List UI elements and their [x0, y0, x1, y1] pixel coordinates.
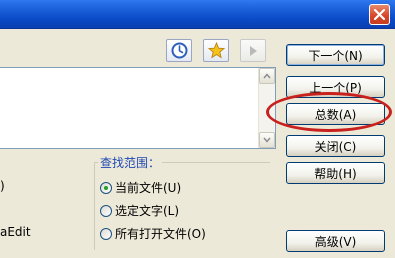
scroll-down-button[interactable]: [259, 132, 275, 148]
find-previous-button[interactable]: 上一个(P): [286, 76, 385, 98]
close-button[interactable]: 关闭(C): [286, 135, 385, 157]
title-bar: [0, 0, 395, 29]
radio-button[interactable]: [100, 204, 112, 217]
search-scope-label: 查找范围：: [98, 154, 163, 171]
chevron-up-icon: [263, 73, 271, 79]
radio-label: 选定文字(L): [115, 204, 180, 218]
scroll-up-button[interactable]: [259, 68, 275, 84]
vertical-scrollbar[interactable]: [258, 68, 275, 148]
radio-current-file[interactable]: 当前文件(U): [100, 179, 181, 196]
cut-off-option-text: aEdit: [0, 225, 31, 239]
editor-toolbar: [0, 35, 276, 65]
radio-label: 所有打开文件(O): [115, 227, 206, 241]
run-button[interactable]: [240, 39, 266, 62]
help-button[interactable]: 帮助(H): [286, 162, 385, 184]
clock-icon: [171, 42, 187, 59]
find-next-button[interactable]: 下一个(N): [286, 44, 385, 66]
history-button[interactable]: [166, 39, 192, 62]
star-icon: [207, 42, 225, 59]
count-button[interactable]: 总数(A): [286, 103, 385, 125]
advanced-button[interactable]: 高级(V): [286, 230, 385, 252]
play-icon: [250, 45, 257, 56]
search-text-area[interactable]: [0, 67, 276, 149]
close-icon: [374, 9, 385, 20]
radio-button[interactable]: [100, 181, 112, 194]
radio-button[interactable]: [100, 227, 112, 240]
chevron-down-icon: [263, 137, 271, 143]
radio-label: 当前文件(U): [115, 181, 182, 195]
close-window-button[interactable]: [369, 4, 390, 25]
radio-all-open-files[interactable]: 所有打开文件(O): [100, 225, 206, 242]
favorites-button[interactable]: [203, 39, 229, 62]
group-box-border: [94, 162, 95, 250]
cut-off-option-text: ): [0, 179, 5, 193]
radio-selected-text[interactable]: 选定文字(L): [100, 202, 179, 219]
